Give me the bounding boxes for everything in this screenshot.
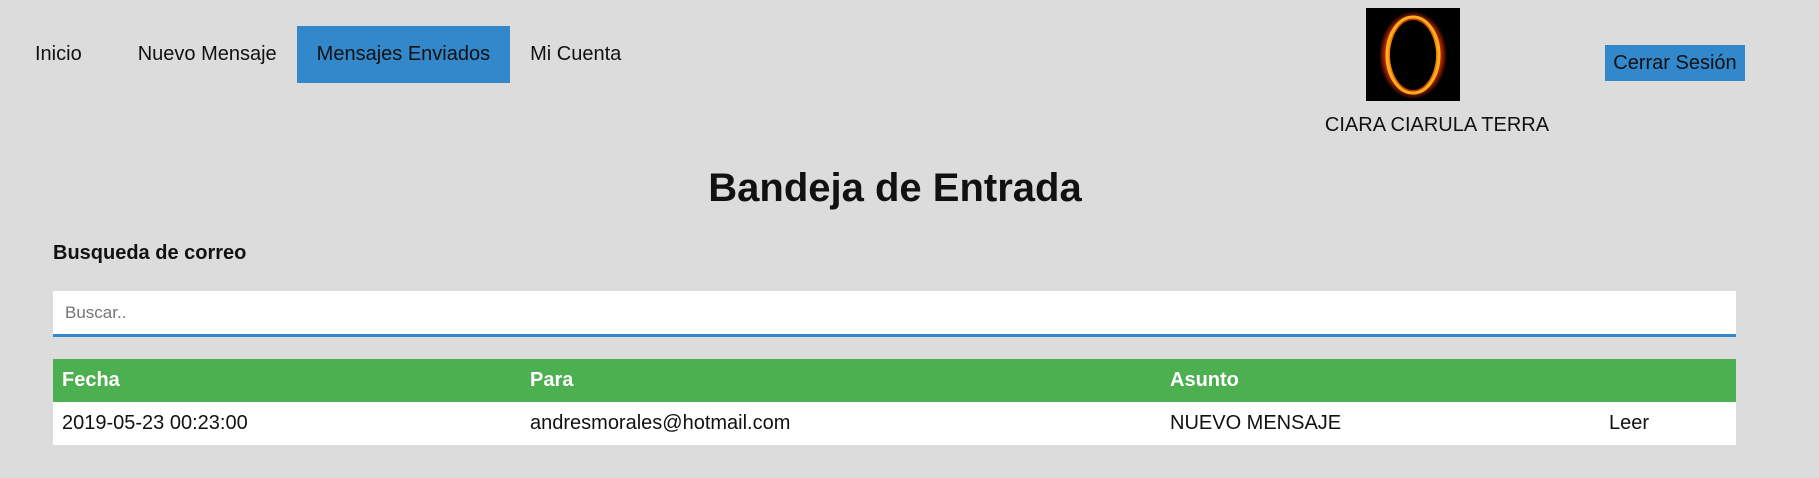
column-header-para: Para	[521, 359, 1161, 402]
column-header-fecha: Fecha	[53, 359, 521, 402]
cell-fecha: 2019-05-23 00:23:00	[53, 402, 521, 445]
table-header-row: Fecha Para Asunto	[53, 359, 1736, 402]
nav-item-mi-cuenta[interactable]: Mi Cuenta	[510, 26, 641, 83]
cell-para: andresmorales@hotmail.com	[521, 402, 1161, 445]
column-header-action	[1600, 359, 1736, 402]
avatar	[1366, 8, 1460, 101]
mail-table: Fecha Para Asunto 2019-05-23 00:23:00 an…	[53, 359, 1736, 445]
nav-item-mensajes-enviados[interactable]: Mensajes Enviados	[296, 26, 511, 83]
search-input[interactable]	[53, 291, 1736, 337]
read-link[interactable]: Leer	[1600, 402, 1736, 445]
search-label: Busqueda de correo	[53, 242, 247, 264]
nav-item-nuevo-mensaje[interactable]: Nuevo Mensaje	[118, 26, 297, 83]
page-title: Bandeja de Entrada	[708, 166, 1082, 210]
eclipse-ring-icon	[1366, 8, 1460, 101]
logout-button[interactable]: Cerrar Sesión	[1605, 45, 1745, 81]
top-nav: Inicio Nuevo Mensaje Mensajes Enviados M…	[0, 26, 641, 83]
nav-item-inicio[interactable]: Inicio	[0, 26, 118, 83]
cell-asunto: NUEVO MENSAJE	[1161, 402, 1600, 445]
column-header-asunto: Asunto	[1161, 359, 1600, 402]
user-name: CIARA CIARULA TERRA	[1324, 114, 1550, 136]
table-row: 2019-05-23 00:23:00 andresmorales@hotmai…	[53, 402, 1736, 445]
